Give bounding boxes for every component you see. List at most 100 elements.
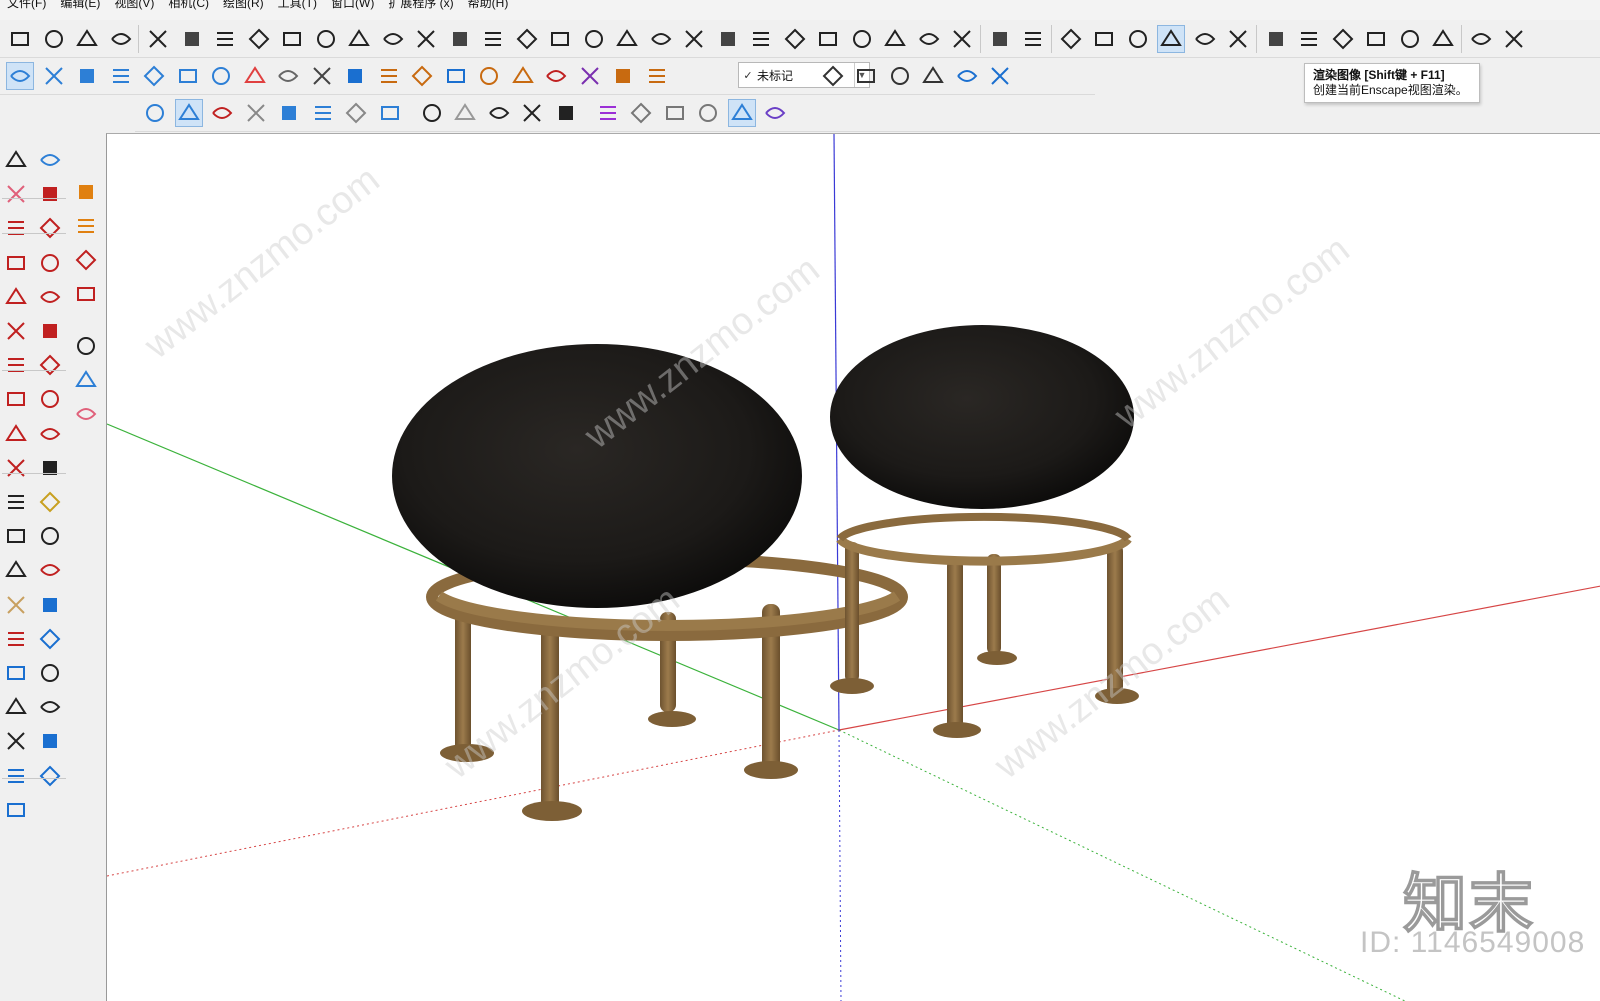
film-icon[interactable] [309, 99, 337, 127]
orbit-icon[interactable] [627, 99, 655, 127]
weld-icon[interactable] [412, 25, 440, 53]
eraser-2-icon[interactable] [72, 400, 100, 428]
play-icon[interactable] [141, 99, 169, 127]
wedge-icon[interactable] [375, 62, 403, 90]
square-select-icon[interactable] [609, 62, 637, 90]
cross-icon[interactable] [542, 62, 570, 90]
panel-icon[interactable] [408, 62, 436, 90]
dimension-icon[interactable] [2, 488, 30, 516]
axes-icon[interactable] [36, 522, 64, 550]
enscape-render-icon[interactable] [594, 99, 622, 127]
menu-item-6[interactable]: 窗口(W) [324, 0, 381, 11]
menu-item-5[interactable]: 工具(T) [271, 0, 324, 11]
pan-icon[interactable] [2, 591, 30, 619]
arch-icon[interactable] [580, 25, 608, 53]
textured-icon[interactable] [1224, 25, 1252, 53]
menu-item-8[interactable]: 帮助(H) [461, 0, 516, 11]
eye-off-icon[interactable] [552, 99, 580, 127]
line-icon[interactable] [485, 99, 513, 127]
align-icon[interactable] [144, 25, 172, 53]
bar-chart-icon[interactable] [107, 25, 135, 53]
plugin-gear-icon[interactable] [72, 280, 100, 308]
scale-icon[interactable] [36, 420, 64, 448]
eraser-icon[interactable] [2, 180, 30, 208]
rectangle-icon[interactable] [36, 214, 64, 242]
zoom-icon[interactable] [36, 591, 64, 619]
followme-icon[interactable] [2, 420, 30, 448]
walk-icon[interactable] [36, 693, 64, 721]
freehand-icon[interactable] [2, 214, 30, 242]
previous-view-icon[interactable] [2, 659, 30, 687]
monochrome-icon[interactable] [1191, 25, 1219, 53]
component-icon[interactable] [36, 146, 64, 174]
look-around-icon[interactable] [2, 693, 30, 721]
refresh-icon[interactable] [207, 62, 235, 90]
pillar-icon[interactable] [781, 25, 809, 53]
circle-icon[interactable] [36, 249, 64, 277]
select-arrow-2-icon[interactable] [72, 332, 100, 360]
cloud-node-icon[interactable] [40, 62, 68, 90]
render-image-icon[interactable] [727, 99, 756, 127]
paint-bucket-icon[interactable] [72, 246, 100, 274]
cloud-link-icon[interactable] [6, 62, 34, 90]
frame-icon[interactable] [140, 62, 168, 90]
grid-icon[interactable] [40, 25, 68, 53]
curve-arrow-icon[interactable] [341, 62, 369, 90]
layer-b-icon[interactable] [852, 62, 880, 90]
camera-capture-icon[interactable] [694, 99, 722, 127]
house2-icon[interactable] [1295, 25, 1323, 53]
export-icon[interactable] [1467, 25, 1495, 53]
zoom-window-icon[interactable] [2, 625, 30, 653]
sandbox-b-icon[interactable] [2, 762, 30, 790]
select-arrow-icon[interactable] [2, 146, 30, 174]
chain-icon[interactable] [613, 25, 641, 53]
pie-icon[interactable] [36, 317, 64, 345]
asset-icon[interactable] [761, 99, 789, 127]
box-edit-icon[interactable] [475, 62, 503, 90]
rotate-icon[interactable] [36, 385, 64, 413]
layer-f-icon[interactable] [986, 62, 1014, 90]
tag-dropdown[interactable]: ✓ 未标记 ▼ [738, 62, 870, 88]
wave-icon[interactable] [647, 25, 675, 53]
sandbox-d-icon[interactable] [2, 796, 30, 824]
snail-icon[interactable] [680, 25, 708, 53]
arc-center-icon[interactable] [2, 351, 30, 379]
zoom-extents-icon[interactable] [36, 625, 64, 653]
section-icon[interactable] [2, 727, 30, 755]
square-icon[interactable] [518, 99, 546, 127]
grid-split-icon[interactable] [446, 25, 474, 53]
slope-icon[interactable] [714, 25, 742, 53]
menu-item-2[interactable]: 视图(V) [107, 0, 161, 11]
record-icon[interactable] [208, 99, 236, 127]
flower-icon[interactable] [174, 62, 202, 90]
menu-item-7[interactable]: 扩展程序 (x) [381, 0, 460, 11]
square-link-icon[interactable] [643, 62, 671, 90]
cone-icon[interactable] [451, 99, 479, 127]
box-wire-icon[interactable] [1057, 25, 1085, 53]
boxes-icon[interactable] [479, 25, 507, 53]
tape-icon[interactable] [36, 454, 64, 482]
model-viewport[interactable]: 知末 ID: 1146549008 www.znzmo.com www.znzm… [106, 133, 1600, 1001]
layer-c-icon[interactable] [886, 62, 914, 90]
house1-icon[interactable] [1262, 25, 1290, 53]
column-icon[interactable] [308, 62, 336, 90]
menu-item-3[interactable]: 相机(C) [161, 0, 216, 11]
move-icon[interactable] [36, 351, 64, 379]
arc-2pt-icon[interactable] [36, 283, 64, 311]
fence-icon[interactable] [747, 25, 775, 53]
stop-icon[interactable] [242, 99, 270, 127]
video-icon[interactable] [661, 99, 689, 127]
offset-tool-icon[interactable] [2, 454, 30, 482]
dots-icon[interactable] [848, 25, 876, 53]
truck-icon[interactable] [509, 62, 537, 90]
beam-icon[interactable] [274, 62, 302, 90]
sandbox-c-icon[interactable] [36, 762, 64, 790]
mirror-icon[interactable] [814, 25, 842, 53]
door-icon[interactable] [881, 25, 909, 53]
shape-icon[interactable] [546, 25, 574, 53]
film-off-icon[interactable] [342, 99, 370, 127]
roll-icon[interactable] [442, 62, 470, 90]
pause-icon[interactable] [174, 99, 203, 127]
menu-item-0[interactable]: 文件(F) [0, 0, 53, 11]
cube-tool-icon[interactable] [513, 25, 541, 53]
